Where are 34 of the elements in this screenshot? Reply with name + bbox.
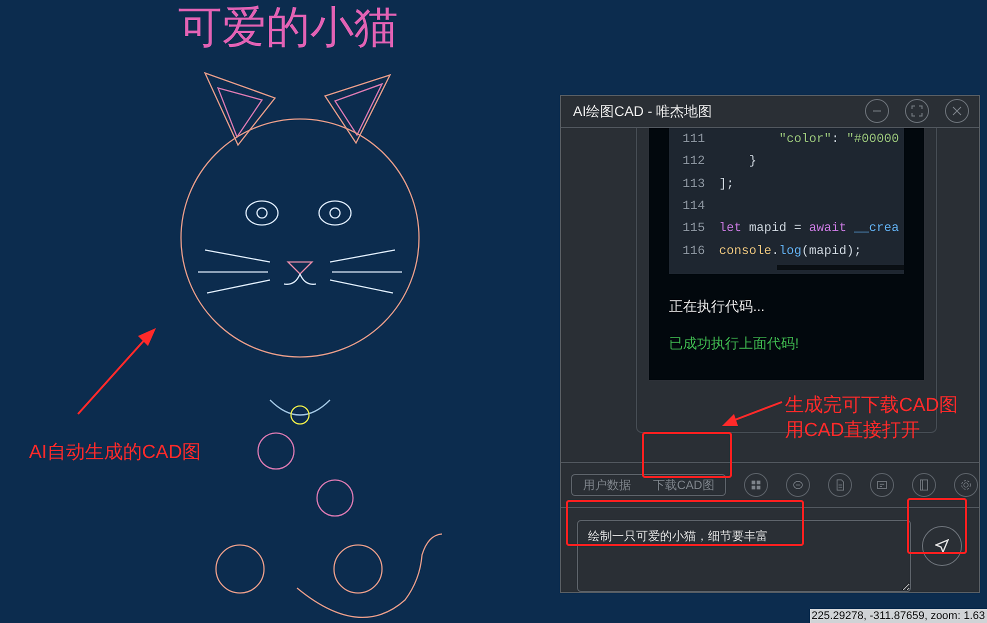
- line-number: 114: [681, 198, 705, 215]
- code-line: console.log(mapid);: [719, 242, 862, 260]
- code-line: "color": "#00000: [778, 130, 900, 148]
- highlight-frame: [907, 498, 967, 554]
- settings-icon[interactable]: [954, 473, 978, 498]
- line-number: 111: [681, 130, 705, 148]
- maximize-icon[interactable]: [905, 99, 929, 124]
- panel-title: AI绘图CAD - 唯杰地图: [573, 102, 714, 121]
- toolbar-button[interactable]: 用户数据: [571, 474, 642, 496]
- line-number: 113: [681, 176, 705, 193]
- message-box-icon[interactable]: [870, 473, 894, 498]
- annotation-arrow: [720, 400, 784, 428]
- code-line: }: [748, 153, 757, 170]
- grid-icon[interactable]: [744, 473, 768, 498]
- status-message: 正在执行代码...: [669, 296, 766, 316]
- coordinates-readout: 225.29278, -311.87659, zoom: 1.63: [810, 609, 987, 623]
- line-number: 115: [681, 220, 705, 238]
- notebook-icon[interactable]: [912, 473, 936, 498]
- toolbar-button[interactable]: 下载CAD图: [642, 474, 726, 496]
- drawing-title: 可爱的小猫: [178, 2, 398, 54]
- chat-bubble-icon[interactable]: [786, 473, 810, 498]
- status-message: 已成功执行上面代码!: [669, 334, 800, 353]
- document-icon[interactable]: [828, 473, 852, 498]
- code-line: let mapid = await __crea: [719, 220, 900, 238]
- close-icon[interactable]: [945, 99, 969, 124]
- line-number: 116: [681, 242, 705, 260]
- send-icon: [935, 539, 949, 553]
- prompt-input[interactable]: 绘制一只可爱的小猫，细节要丰富: [577, 520, 911, 592]
- send-button[interactable]: [922, 526, 962, 566]
- annotation-label: AI自动生成的CAD图: [29, 441, 202, 465]
- line-number: 112: [681, 153, 705, 170]
- annotation-label: 生成完可下载CAD图 用CAD直接打开: [785, 394, 958, 443]
- minimize-icon[interactable]: [865, 99, 889, 124]
- code-line: ];: [719, 176, 734, 193]
